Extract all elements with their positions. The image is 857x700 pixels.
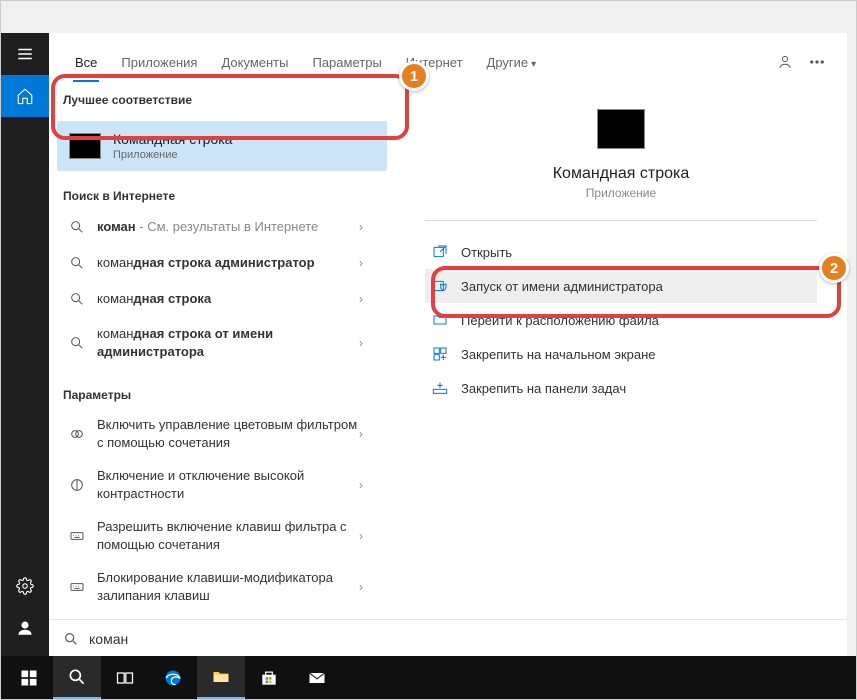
search-icon bbox=[67, 253, 87, 273]
chevron-right-icon: › bbox=[359, 478, 377, 492]
chevron-right-icon: › bbox=[359, 427, 377, 441]
preview-subtitle: Приложение bbox=[425, 186, 817, 200]
keyboard-icon bbox=[67, 577, 87, 597]
search-icon bbox=[63, 631, 79, 647]
action-open[interactable]: Открыть bbox=[425, 235, 817, 269]
store-icon[interactable] bbox=[245, 656, 293, 699]
search-icon bbox=[67, 289, 87, 309]
annotation-badge-1: 1 bbox=[399, 61, 429, 91]
section-web: Поиск в Интернете bbox=[63, 189, 381, 203]
content-area: Все Приложения Документы Параметры Интер… bbox=[49, 33, 847, 657]
best-match-subtitle: Приложение bbox=[113, 149, 232, 161]
tab-more[interactable]: Другие▾ bbox=[475, 47, 549, 78]
contrast-icon bbox=[67, 475, 87, 495]
divider bbox=[425, 220, 817, 221]
section-settings: Параметры bbox=[63, 388, 381, 402]
action-pin-taskbar[interactable]: Закрепить на панели задач bbox=[425, 371, 817, 405]
settings-result-2[interactable]: Разрешить включение клавиш фильтра с пом… bbox=[63, 510, 381, 561]
color-filter-icon bbox=[67, 424, 87, 444]
action-file-location[interactable]: Перейти к расположению файла bbox=[425, 303, 817, 337]
task-view-button[interactable] bbox=[101, 656, 149, 699]
hamburger-button[interactable] bbox=[1, 33, 49, 75]
results-column: Лучшее соответствие Командная строка При… bbox=[49, 81, 395, 657]
action-run-as-admin[interactable]: Запуск от имени администратора bbox=[425, 269, 817, 303]
search-icon bbox=[67, 333, 87, 353]
chevron-right-icon: › bbox=[359, 292, 377, 306]
mail-icon[interactable] bbox=[293, 656, 341, 699]
chevron-right-icon: › bbox=[359, 256, 377, 270]
explorer-icon[interactable] bbox=[197, 656, 245, 699]
preview-app-icon bbox=[597, 109, 645, 149]
start-button[interactable] bbox=[5, 656, 53, 699]
chevron-right-icon: › bbox=[359, 580, 377, 594]
chevron-right-icon: › bbox=[359, 220, 377, 234]
open-icon bbox=[429, 243, 451, 261]
search-box[interactable] bbox=[49, 619, 847, 657]
preview-column: Командная строка Приложение Открыть Запу… bbox=[395, 81, 847, 657]
search-icon bbox=[67, 217, 87, 237]
tab-settings[interactable]: Параметры bbox=[300, 47, 393, 78]
keyboard-icon bbox=[67, 526, 87, 546]
settings-result-3[interactable]: Блокирование клавиши-модификатора залипа… bbox=[63, 561, 381, 612]
edge-icon[interactable] bbox=[149, 656, 197, 699]
best-match-item[interactable]: Командная строка Приложение bbox=[57, 121, 387, 171]
web-result-0[interactable]: коман - См. результаты в Интернете › bbox=[63, 209, 381, 245]
left-rail bbox=[1, 33, 49, 657]
taskbar-search-button[interactable] bbox=[53, 656, 101, 699]
annotation-badge-2: 2 bbox=[819, 253, 849, 283]
web-result-3[interactable]: командная строка от имени администратора… bbox=[63, 317, 381, 368]
chevron-right-icon: › bbox=[359, 529, 377, 543]
cmd-icon bbox=[69, 133, 101, 159]
folder-icon bbox=[429, 311, 451, 329]
web-result-1[interactable]: командная строка администратор › bbox=[63, 245, 381, 281]
home-button[interactable] bbox=[1, 75, 49, 117]
tab-apps[interactable]: Приложения bbox=[109, 47, 209, 78]
preview-title: Командная строка bbox=[425, 165, 817, 183]
feedback-icon[interactable] bbox=[769, 46, 801, 78]
best-match-title: Командная строка bbox=[113, 131, 232, 147]
account-rail-button[interactable] bbox=[1, 607, 49, 649]
taskbar bbox=[1, 656, 856, 699]
section-best-match: Лучшее соответствие bbox=[63, 93, 381, 107]
pin-taskbar-icon bbox=[429, 379, 451, 397]
start-search-panel: Все Приложения Документы Параметры Интер… bbox=[1, 33, 847, 657]
pin-start-icon bbox=[429, 345, 451, 363]
chevron-right-icon: › bbox=[359, 336, 377, 350]
settings-result-0[interactable]: Включить управление цветовым фильтром с … bbox=[63, 408, 381, 459]
web-result-2[interactable]: командная строка › bbox=[63, 281, 381, 317]
admin-shield-icon bbox=[429, 277, 451, 295]
tab-all[interactable]: Все bbox=[63, 47, 109, 78]
more-options-icon[interactable] bbox=[801, 46, 833, 78]
search-input[interactable] bbox=[89, 631, 833, 647]
tab-docs[interactable]: Документы bbox=[209, 47, 300, 78]
action-pin-start[interactable]: Закрепить на начальном экране bbox=[425, 337, 817, 371]
settings-rail-button[interactable] bbox=[1, 565, 49, 607]
settings-result-1[interactable]: Включение и отключение высокой контрастн… bbox=[63, 459, 381, 510]
filter-tabs: Все Приложения Документы Параметры Интер… bbox=[49, 33, 847, 81]
